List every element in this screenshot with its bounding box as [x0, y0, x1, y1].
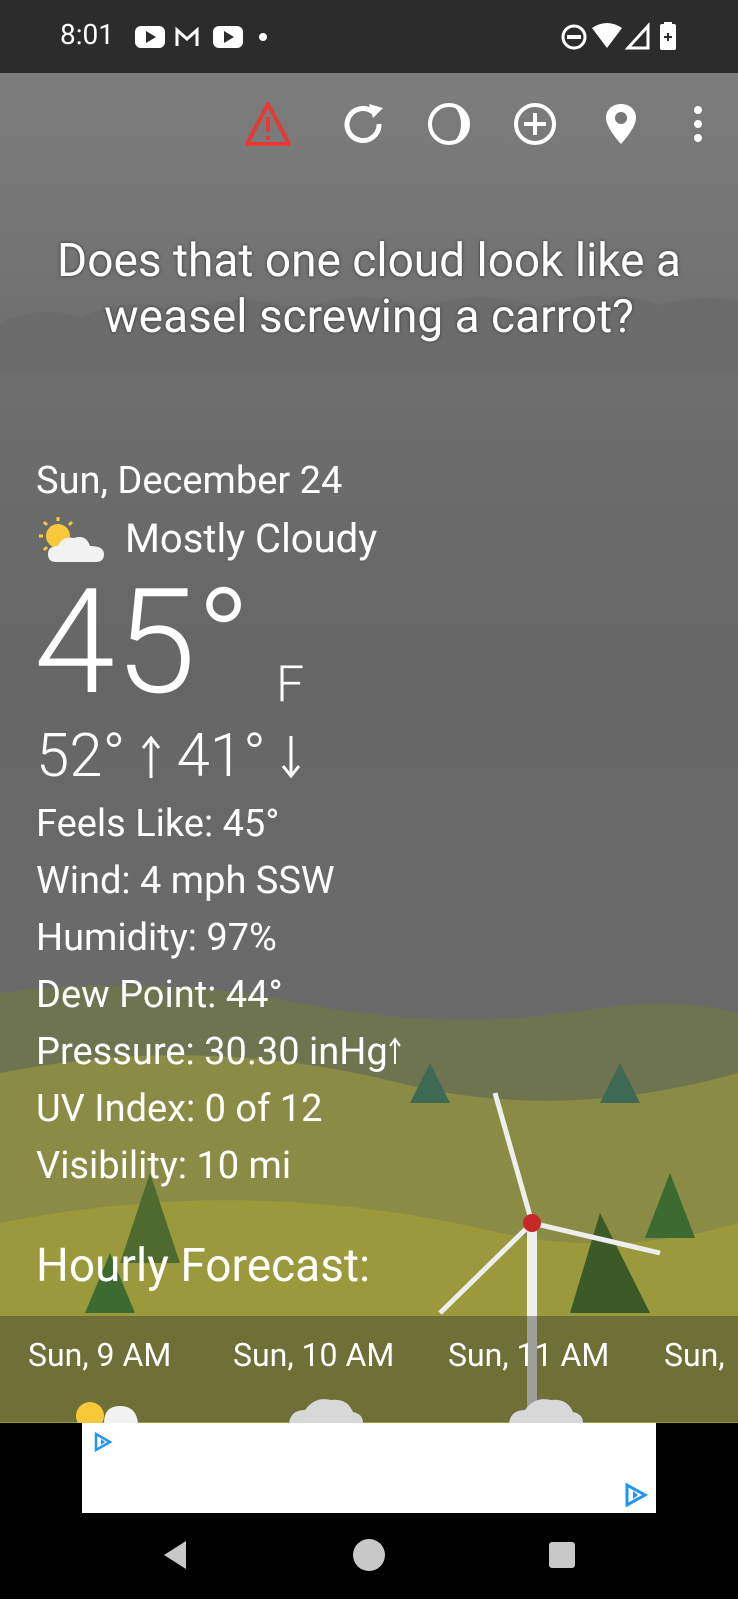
weather-headline: Does that one cloud look like a weasel s…: [20, 233, 718, 345]
pressure-text: Pressure: 30.30 inHg: [36, 1030, 388, 1074]
status-bar: 8:01: [0, 0, 738, 73]
home-icon[interactable]: [351, 1537, 387, 1573]
overflow-menu-icon[interactable]: [674, 100, 722, 148]
humidity: Humidity: 97%: [36, 916, 277, 960]
map-pin-icon[interactable]: [597, 100, 645, 148]
system-icons: [561, 22, 676, 50]
visibility: Visibility: 10 mi: [36, 1144, 292, 1188]
recents-icon[interactable]: [547, 1540, 577, 1570]
add-location-icon[interactable]: [511, 100, 559, 148]
hour-label[interactable]: Sun, 11 AM: [448, 1336, 609, 1374]
back-icon[interactable]: [160, 1539, 190, 1571]
high-temp: 52°: [36, 720, 126, 791]
hour-label[interactable]: Sun,: [664, 1336, 725, 1374]
low-temp: 41°: [176, 720, 266, 791]
cloudy-icon: [289, 1399, 363, 1423]
ad-choices-icon[interactable]: [622, 1481, 650, 1509]
ad-choices-icon[interactable]: [92, 1431, 114, 1453]
current-temperature: 45°: [34, 557, 252, 728]
wind: Wind: 4 mph SSW: [36, 859, 335, 903]
current-date: Sun, December 24: [36, 459, 343, 503]
temperature-unit: F: [276, 656, 305, 714]
ad-banner[interactable]: [82, 1423, 656, 1513]
status-time: 8:01: [60, 18, 114, 51]
hour-label[interactable]: Sun, 10 AM: [233, 1336, 394, 1374]
arrow-down-icon: [282, 736, 301, 779]
condition-text: Mostly Cloudy: [125, 515, 378, 562]
arrow-up-icon: [141, 735, 161, 778]
warning-icon[interactable]: [244, 100, 292, 148]
uv-index: UV Index: 0 of 12: [36, 1087, 323, 1131]
refresh-icon[interactable]: [339, 100, 387, 148]
cloudy-icon: [509, 1399, 583, 1423]
partly-cloudy-icon: [76, 1402, 138, 1423]
notification-icons: [135, 26, 267, 48]
dew-point: Dew Point: 44°: [36, 973, 283, 1017]
pressure-rising-icon: [388, 1037, 401, 1064]
pressure: Pressure: 30.30 inHg: [36, 1030, 402, 1074]
moon-phase-icon[interactable]: [425, 100, 473, 148]
high-low-temps: 52° 41°: [36, 720, 302, 791]
hourly-forecast-title: Hourly Forecast:: [36, 1239, 371, 1293]
feels-like: Feels Like: 45°: [36, 802, 280, 846]
system-navigation-bar: [0, 1513, 738, 1599]
hour-label[interactable]: Sun, 9 AM: [28, 1336, 171, 1374]
headline-line-1: Does that one cloud look like a: [57, 234, 681, 288]
headline-line-2: weasel screwing a carrot?: [104, 290, 634, 344]
